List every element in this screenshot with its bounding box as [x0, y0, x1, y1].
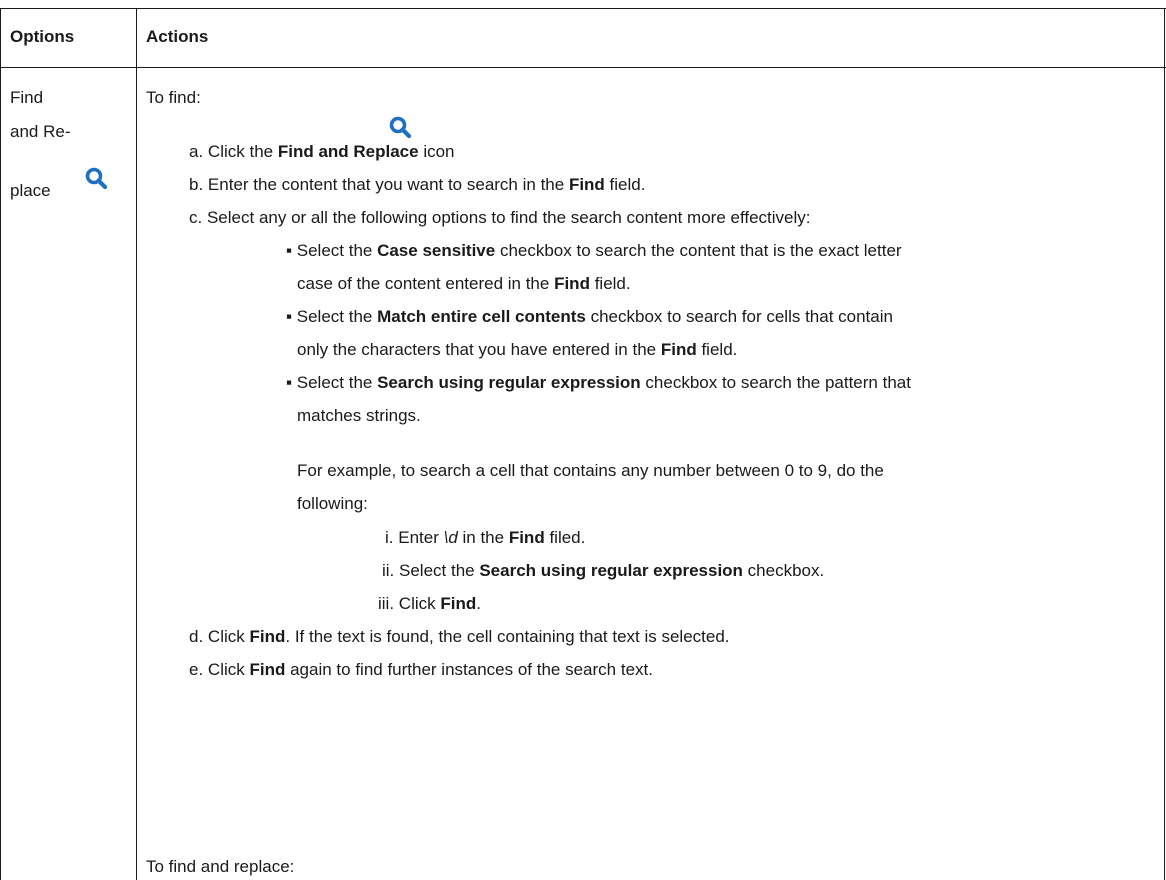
option-label-line3: place	[10, 181, 51, 200]
step-e: e. Click Find again to find further inst…	[189, 660, 653, 679]
bullet-regex-line2: matches strings.	[297, 406, 421, 425]
step-c: c. Select any or all the following optio…	[189, 208, 811, 227]
header-options: Options	[10, 27, 75, 46]
step-d: d. Click Find. If the text is found, the…	[189, 627, 730, 646]
bullet-match-entire-line2: only the characters that you have entere…	[297, 340, 738, 359]
sub-step-ii: ii. Select the Search using regular expr…	[382, 561, 825, 580]
search-icon	[389, 116, 412, 139]
bullet-match-entire: ▪ Select the Match entire cell contents …	[286, 307, 893, 326]
option-label-line2: and Re-	[10, 122, 71, 141]
to-find-heading: To find:	[146, 88, 201, 107]
table-right-border	[1164, 8, 1165, 880]
example-line2: following:	[297, 494, 368, 513]
header-actions: Actions	[146, 27, 209, 46]
to-find-replace-heading: To find and replace:	[146, 857, 295, 876]
step-b: b. Enter the content that you want to se…	[189, 175, 646, 194]
step-a-tail: .	[423, 142, 428, 161]
column-divider	[136, 8, 137, 880]
bullet-regex: ▪ Select the Search using regular expres…	[286, 373, 911, 392]
header-bottom-border	[0, 67, 1166, 68]
sub-step-i: i. Enter \d in the Find filed.	[385, 528, 586, 547]
bullet-case-sensitive: ▪ Select the Case sensitive checkbox to …	[286, 241, 902, 260]
table-top-border	[0, 8, 1166, 9]
example-line1: For example, to search a cell that conta…	[297, 461, 884, 480]
option-label-line1: Find	[10, 88, 44, 107]
table-left-border	[0, 8, 1, 880]
step-a: a. Click the Find and Replace icon	[189, 142, 455, 161]
search-icon	[85, 167, 108, 190]
sub-step-iii: iii. Click Find.	[378, 594, 481, 613]
bullet-case-sensitive-line2: case of the content entered in the Find …	[297, 274, 631, 293]
